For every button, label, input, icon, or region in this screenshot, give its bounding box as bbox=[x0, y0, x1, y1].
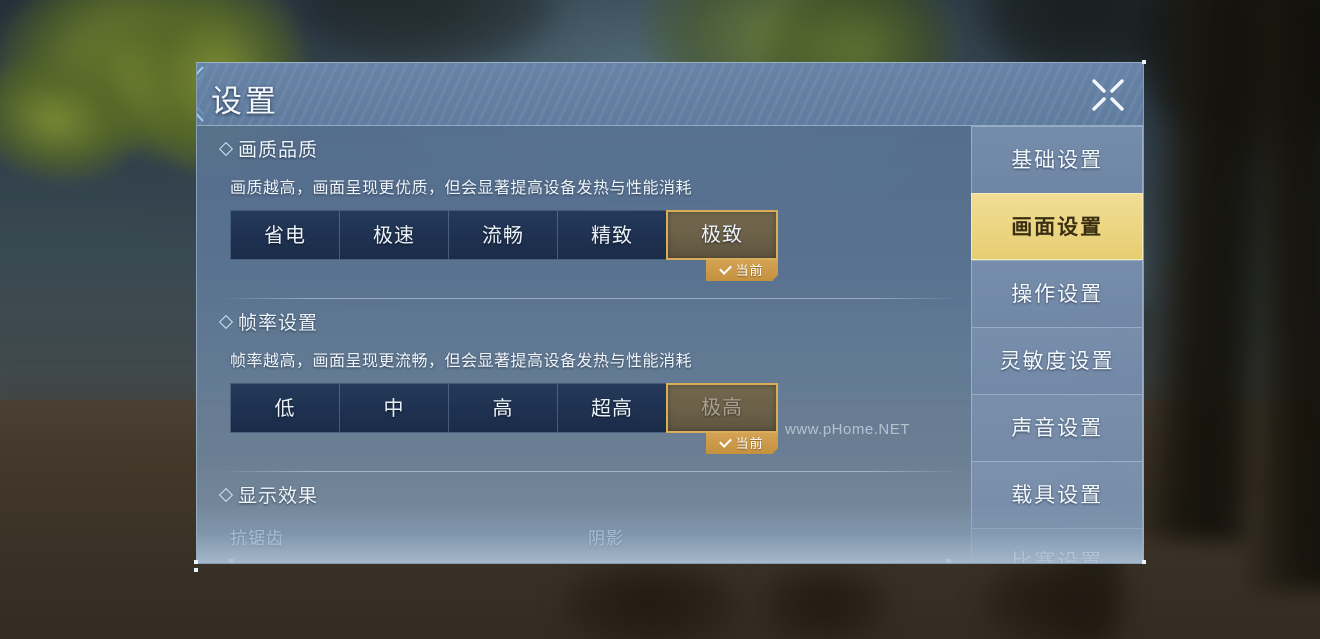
tab-display-settings[interactable]: 画面设置 bbox=[971, 193, 1143, 260]
section-title-display-effects: 显示效果 bbox=[218, 472, 971, 508]
diamond-bullet-icon bbox=[218, 487, 234, 503]
page-title: 设置 bbox=[211, 84, 279, 119]
header-bracket-decoration bbox=[197, 66, 204, 122]
option-fps-low[interactable]: 低 bbox=[230, 383, 339, 433]
option-graphics-ultra[interactable]: 极致 bbox=[666, 210, 778, 260]
current-badge-graphics: 当前 bbox=[706, 260, 778, 281]
panel-body: 画质品质 画质越高，画面呈现更优质，但会显著提高设备发热与性能消耗 省电 极速 … bbox=[197, 126, 1143, 563]
section-label: 画质品质 bbox=[238, 140, 319, 161]
effects-divider bbox=[227, 559, 954, 563]
display-effects-labels: 抗锯齿 阴影 bbox=[230, 524, 950, 549]
option-fps-medium[interactable]: 中 bbox=[339, 383, 448, 433]
section-description-frame-rate: 帧率越高，画面呈现更流畅，但会显著提高设备发热与性能消耗 bbox=[230, 353, 693, 370]
check-icon bbox=[719, 262, 733, 275]
section-title-frame-rate: 帧率设置 bbox=[218, 299, 971, 335]
settings-content: 画质品质 画质越高，画面呈现更优质，但会显著提高设备发热与性能消耗 省电 极速 … bbox=[197, 126, 971, 563]
section-frame-rate: 帧率设置 帧率越高，画面呈现更流畅，但会显著提高设备发热与性能消耗 低 中 高 … bbox=[218, 299, 971, 472]
diamond-bullet-icon bbox=[218, 314, 234, 330]
current-badge-frame-rate: 当前 bbox=[706, 433, 778, 454]
panel-corner-dot bbox=[194, 560, 198, 564]
option-graphics-speed[interactable]: 极速 bbox=[339, 210, 448, 260]
panel-corner-dot bbox=[1142, 60, 1146, 64]
current-badge-label: 当前 bbox=[735, 436, 764, 451]
tab-sound-settings[interactable]: 声音设置 bbox=[971, 394, 1143, 461]
option-graphics-smooth[interactable]: 流畅 bbox=[448, 210, 557, 260]
option-graphics-fine[interactable]: 精致 bbox=[557, 210, 666, 260]
tab-match-settings[interactable]: 比赛设置 bbox=[971, 528, 1143, 563]
section-label: 显示效果 bbox=[238, 486, 319, 507]
section-graphics-quality: 画质品质 画质越高，画面呈现更优质，但会显著提高设备发热与性能消耗 省电 极速 … bbox=[218, 126, 971, 299]
effect-label-shadow[interactable]: 阴影 bbox=[588, 524, 946, 549]
panel-header: 设置 bbox=[197, 63, 1143, 126]
section-display-effects: 显示效果 抗锯齿 阴影 bbox=[218, 472, 971, 563]
settings-tab-list: 基础设置 画面设置 操作设置 灵敏度设置 声音设置 载具设置 比赛设置 bbox=[971, 126, 1143, 563]
tab-control-settings[interactable]: 操作设置 bbox=[971, 260, 1143, 327]
ground-silhouette bbox=[760, 565, 890, 639]
tab-sensitivity-settings[interactable]: 灵敏度设置 bbox=[971, 327, 1143, 394]
option-fps-high[interactable]: 高 bbox=[448, 383, 557, 433]
option-fps-ultra[interactable]: 超高 bbox=[557, 383, 666, 433]
check-icon bbox=[719, 435, 733, 448]
section-label: 帧率设置 bbox=[238, 313, 319, 334]
option-fps-extreme[interactable]: 极高 bbox=[666, 383, 778, 433]
option-row-graphics-quality: 省电 极速 流畅 精致 极致 当前 bbox=[230, 210, 778, 281]
tab-basic-settings[interactable]: 基础设置 bbox=[971, 126, 1143, 193]
option-graphics-power-save[interactable]: 省电 bbox=[230, 210, 339, 260]
tab-vehicle-settings[interactable]: 载具设置 bbox=[971, 461, 1143, 528]
effect-label-antialiasing[interactable]: 抗锯齿 bbox=[230, 524, 588, 549]
panel-corner-dot bbox=[194, 568, 198, 572]
option-row-frame-rate: 低 中 高 超高 极高 当前 bbox=[230, 383, 778, 454]
section-title-graphics-quality: 画质品质 bbox=[218, 126, 971, 162]
current-badge-label: 当前 bbox=[735, 263, 764, 278]
panel-corner-dot bbox=[1142, 560, 1146, 564]
section-description-graphics-quality: 画质越高，画面呈现更优质，但会显著提高设备发热与性能消耗 bbox=[230, 180, 693, 197]
ground-silhouette bbox=[560, 560, 740, 639]
close-button[interactable] bbox=[1087, 74, 1129, 116]
close-x-icon bbox=[1092, 79, 1124, 111]
diamond-bullet-icon bbox=[218, 141, 234, 157]
settings-panel: 设置 画质品质 画质越高，画面呈现更优质，但会显著提高设备发热与性能消耗 省电 … bbox=[196, 62, 1144, 564]
ground-silhouette bbox=[980, 555, 1130, 639]
